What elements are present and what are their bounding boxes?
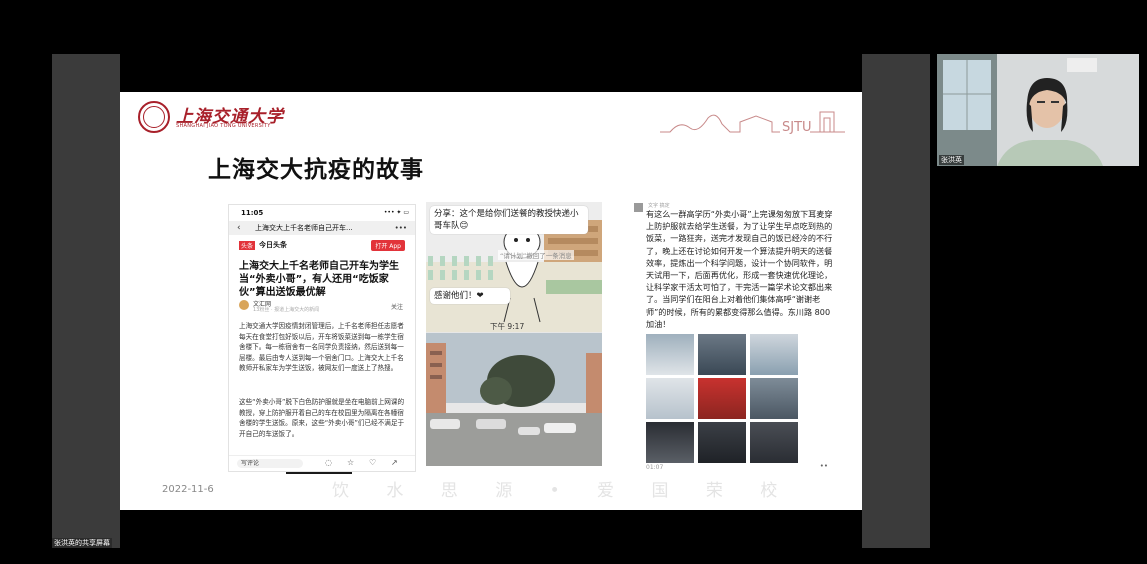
post-photo [646, 378, 694, 419]
chat-message-share: 分享：这个是给你们送餐的教授快递小哥车队😊 [430, 206, 588, 234]
more-icon: ••• [394, 224, 407, 232]
post-text: 有这么一群高学历“外卖小哥”上完课匆匆放下耳麦穿上防护服就去给学生送餐，为了让学… [646, 209, 833, 329]
post-photo [750, 378, 798, 419]
post-photo [646, 422, 694, 463]
moments-post-screenshot: 文字 搞定 有这么一群高学历“外卖小哥”上完课匆匆放下耳麦穿上防护服就去给学生送… [630, 200, 842, 472]
article-headline: 上海交大上千名老师自己开车为学生当“外卖小哥”，有人还用“吃饭家伙”算出送饭最优… [239, 261, 399, 298]
share-icon: ↗ [391, 458, 398, 467]
post-photo [698, 378, 746, 419]
left-letterbox [52, 54, 120, 548]
post-more-icon: •• [819, 462, 828, 470]
article-paragraph-2: 这些“外卖小哥”脱下白色防护服就是坐在电脑前上网课的教授，穿上防护服开着自己的车… [239, 398, 405, 438]
speaker-video[interactable]: 张洪英 [937, 54, 1139, 166]
university-seal-icon [138, 101, 170, 133]
screen-share-label: 张洪英的共享屏幕 [52, 538, 112, 548]
slide-title: 上海交大抗疫的故事 [208, 157, 424, 183]
back-icon: ‹ [237, 223, 241, 233]
slide-date: 2022-11-6 [162, 484, 214, 495]
post-time: 01:07 [646, 464, 664, 471]
chat-message-thanks: 感谢他们！❤ [430, 288, 510, 304]
campus-cars-photo [426, 333, 602, 466]
poster-avatar [634, 203, 643, 212]
speaker-video-frame [937, 54, 1139, 166]
post-photo [646, 334, 694, 375]
app-name: 今日头条 [259, 241, 287, 249]
speaker-name: 张洪英 [939, 155, 964, 165]
right-letterbox [862, 54, 930, 548]
post-photo [750, 334, 798, 375]
phone-nav-bar: ‹ 上海交大上千名老师自己开车... ••• [229, 221, 415, 235]
chat-screenshot: 分享：这个是给你们送餐的教授快递小哥车队😊 “请计划”撤回了一条消息 感谢他们！… [426, 202, 602, 466]
phone-status-icons: ••• ✦ ▭ [383, 209, 409, 216]
comment-icon: ◌ [325, 458, 332, 467]
logo-text-en: SHANGHAI JIAO TONG UNIVERSITY [176, 123, 271, 129]
shared-slide: 上海交通大学 SHANGHAI JIAO TONG UNIVERSITY SJT… [120, 92, 862, 510]
comment-input: 写评论 [237, 459, 303, 468]
campus-gate-decoration: SJTU [660, 111, 845, 135]
phone-bottom-bar: 写评论 ◌ ☆ ♡ ↗ [229, 455, 415, 471]
news-phone-screenshot: 11:05 ••• ✦ ▭ ‹ 上海交大上千名老师自己开车... ••• 头条 … [228, 204, 416, 472]
phone-time: 11:05 [241, 209, 264, 217]
open-app-button: 打开 App [371, 240, 405, 251]
post-photo [698, 334, 746, 375]
post-photo [750, 422, 798, 463]
post-photo-grid [646, 334, 800, 464]
slide-underline [286, 472, 352, 474]
follow-button: 关注 [390, 304, 403, 311]
like-icon: ♡ [369, 458, 377, 467]
star-icon: ☆ [347, 458, 355, 467]
message-time: 下午 9:17 [490, 322, 525, 331]
slide-motto-watermark: 饮 水 思 源 • 爱 国 荣 校 [332, 481, 794, 501]
post-photo [698, 422, 746, 463]
article-paragraph-1: 上海交通大学因疫情封闭管理后，上千名老师担任志愿者每天在食堂打包好饭以后，开车将… [239, 322, 404, 372]
toutiao-tag: 头条 [239, 241, 256, 250]
source-meta: 13粉丝 · 报道上海交大的新闻 [253, 307, 320, 313]
source-avatar [239, 300, 249, 310]
deco-sjtu-text: SJTU [782, 120, 812, 135]
recall-notice: “请计划”撤回了一条消息 [498, 250, 574, 260]
phone-nav-title: 上海交大上千名老师自己开车... [255, 224, 353, 232]
